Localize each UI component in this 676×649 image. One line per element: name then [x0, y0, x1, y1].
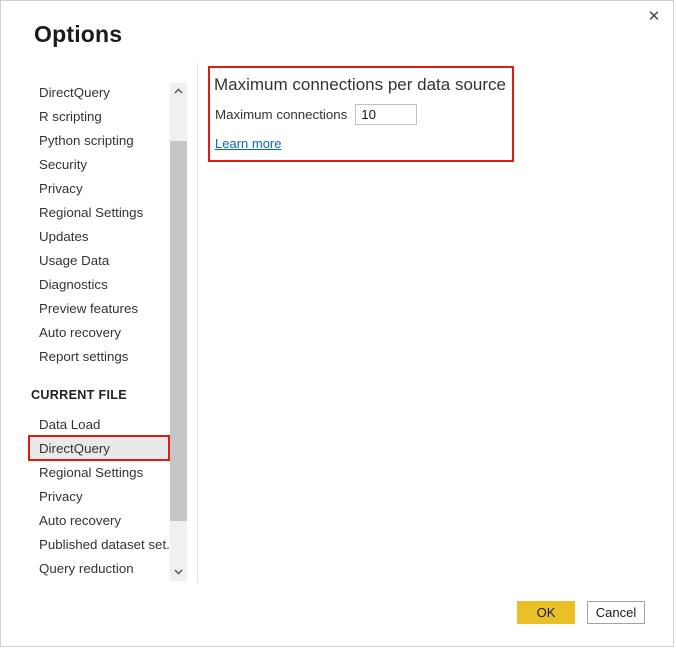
- sidebar-scrollbar[interactable]: [170, 83, 187, 581]
- panel-divider: [197, 63, 198, 583]
- sidebar-item-data-load[interactable]: Data Load: [29, 413, 169, 437]
- sidebar-item-published-dataset-set[interactable]: Published dataset set...: [29, 533, 169, 557]
- max-connections-label: Maximum connections: [215, 107, 347, 122]
- sidebar-item-privacy[interactable]: Privacy: [29, 177, 169, 201]
- chevron-up-icon[interactable]: [170, 83, 187, 100]
- sidebar-item-privacy[interactable]: Privacy: [29, 485, 169, 509]
- close-icon[interactable]: ✕: [639, 3, 669, 31]
- sidebar-item-query-reduction[interactable]: Query reduction: [29, 557, 169, 581]
- learn-more-link[interactable]: Learn more: [215, 136, 281, 151]
- options-dialog: ✕ Options DirectQueryR scriptingPython s…: [0, 0, 674, 647]
- max-connections-input[interactable]: [355, 104, 417, 125]
- sidebar-item-usage-data[interactable]: Usage Data: [29, 249, 169, 273]
- scrollbar-thumb[interactable]: [170, 141, 187, 521]
- sidebar-item-diagnostics[interactable]: Diagnostics: [29, 273, 169, 297]
- sidebar-item-security[interactable]: Security: [29, 153, 169, 177]
- section-heading: Maximum connections per data source: [214, 75, 506, 95]
- sidebar-section-header: CURRENT FILE: [29, 383, 169, 407]
- sidebar-item-updates[interactable]: Updates: [29, 225, 169, 249]
- sidebar-item-python-scripting[interactable]: Python scripting: [29, 129, 169, 153]
- chevron-down-icon[interactable]: [170, 564, 187, 581]
- sidebar-item-preview-features[interactable]: Preview features: [29, 297, 169, 321]
- sidebar-item-directquery[interactable]: DirectQuery: [29, 437, 169, 461]
- sidebar-item-regional-settings[interactable]: Regional Settings: [29, 201, 169, 225]
- sidebar-item-auto-recovery[interactable]: Auto recovery: [29, 321, 169, 345]
- sidebar-item-auto-recovery[interactable]: Auto recovery: [29, 509, 169, 533]
- cancel-button[interactable]: Cancel: [587, 601, 645, 624]
- sidebar-item-regional-settings[interactable]: Regional Settings: [29, 461, 169, 485]
- ok-button[interactable]: OK: [517, 601, 575, 624]
- sidebar-item-directquery[interactable]: DirectQuery: [29, 81, 169, 105]
- sidebar-item-report-settings[interactable]: Report settings: [29, 345, 169, 369]
- options-nav-list: DirectQueryR scriptingPython scriptingSe…: [29, 81, 169, 581]
- max-connections-field: Maximum connections: [215, 104, 417, 125]
- page-title: Options: [34, 21, 122, 48]
- sidebar-item-r-scripting[interactable]: R scripting: [29, 105, 169, 129]
